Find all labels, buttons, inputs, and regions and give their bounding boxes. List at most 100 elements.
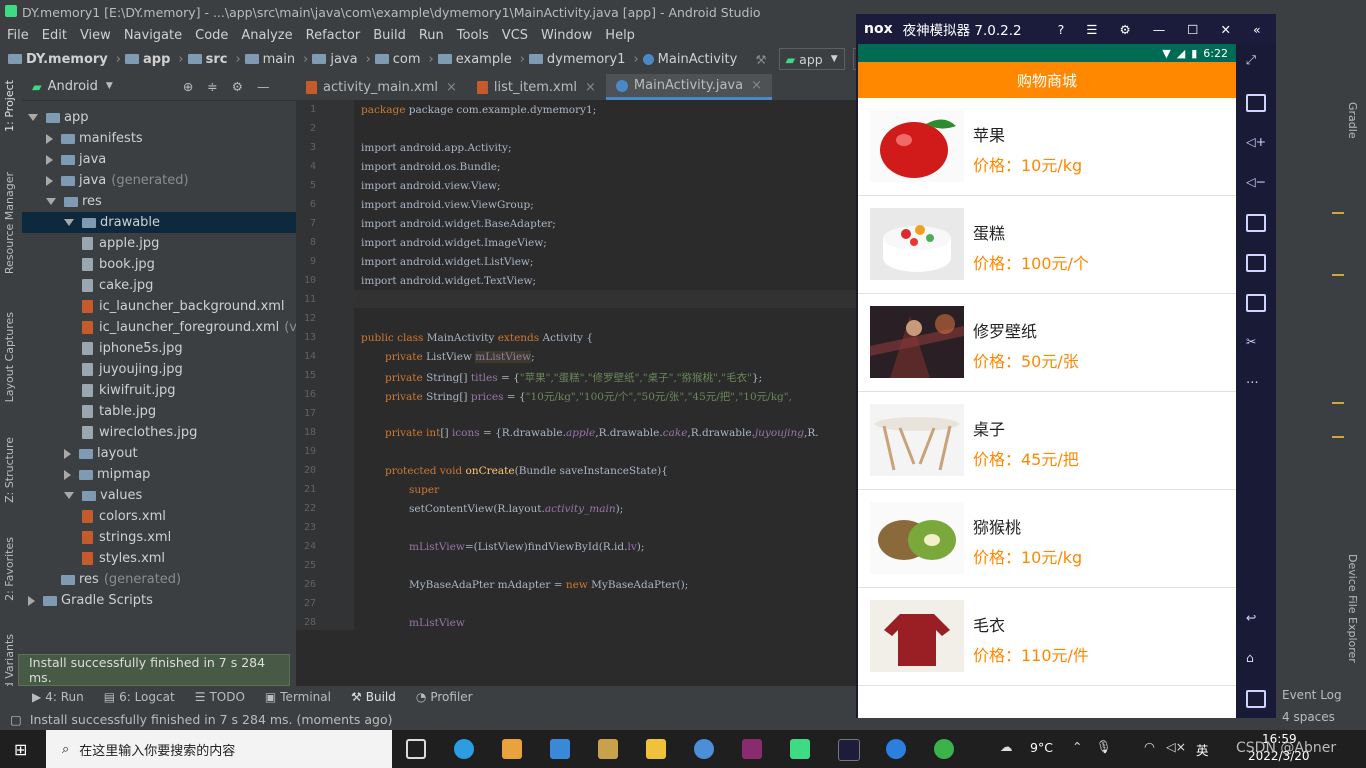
chevron-down-icon[interactable] [64,492,74,499]
store-icon[interactable] [502,739,522,759]
nox-taskbar-icon[interactable] [838,739,860,761]
tree-item[interactable]: book.jpg [22,254,155,275]
chevron-right-icon[interactable] [28,595,35,606]
volume-up-icon[interactable]: ◁+ [1246,134,1266,152]
hammer-icon[interactable]: ⚒ [755,52,766,67]
collapse-sidebar-icon[interactable]: « [1253,22,1261,37]
list-item[interactable]: 蛋糕 价格：100元/个 [858,196,1236,294]
breadcrumb-item[interactable]: › dymemory1 [516,52,626,67]
chevron-down-icon[interactable] [46,198,56,205]
tab-project[interactable]: 1: Project [3,80,16,132]
volume-down-icon[interactable]: ◁− [1246,174,1266,192]
tray-chevron-icon[interactable]: ⌃ [1072,739,1082,754]
tree-item[interactable]: java [22,149,106,170]
chevron-down-icon[interactable] [64,219,74,226]
tab-terminal[interactable]: ▣ Terminal [265,690,331,704]
tree-item[interactable]: wireclothes.jpg [22,422,197,443]
tab-profiler[interactable]: ◔ Profiler [416,690,473,704]
apk-install-icon[interactable] [1246,254,1266,272]
tab-run[interactable]: ▶ 4: Run [32,690,84,704]
android-studio-taskbar-icon[interactable] [790,739,810,759]
tree-item[interactable]: iphone5s.jpg [22,338,183,359]
tree-item[interactable]: java (generated) [22,170,189,191]
tab-gradle[interactable]: Gradle [1346,102,1359,139]
tree-item[interactable]: apple.jpg [22,233,159,254]
tree-item[interactable]: cake.jpg [22,275,153,296]
menu-help[interactable]: Help [605,28,635,43]
menu-tools[interactable]: Tools [457,28,489,43]
tree-item[interactable]: table.jpg [22,401,156,422]
photos-icon[interactable] [598,739,618,759]
tree-item[interactable]: styles.xml [22,548,165,569]
back-icon[interactable]: ↩ [1246,610,1266,628]
scissors-icon[interactable]: ✂ [1246,334,1266,352]
chevron-right-icon[interactable] [46,133,53,144]
tree-item[interactable]: values [22,485,142,506]
menu-view[interactable]: View [80,28,111,43]
menu-vcs[interactable]: VCS [502,28,528,43]
tab-device-file-explorer[interactable]: Device File Explorer [1346,554,1359,663]
menu-icon[interactable]: ☰ [1086,22,1097,37]
breadcrumb-item[interactable]: DY.memory [8,52,108,67]
chevron-right-icon[interactable] [64,469,71,480]
chevron-right-icon[interactable] [64,448,71,459]
tab-list-item-xml[interactable]: list_item.xml × [467,74,606,100]
close-icon[interactable]: × [446,80,457,95]
edge-icon[interactable] [454,739,474,759]
wechat-icon[interactable] [934,739,954,759]
chevron-down-icon[interactable]: ▼ [106,81,113,91]
file-explorer-icon[interactable] [646,739,666,759]
breadcrumb-item[interactable]: › com [362,52,421,67]
close-icon[interactable]: × [585,80,596,95]
task-view-icon[interactable] [406,739,426,759]
tree-item[interactable]: mipmap [22,464,150,485]
k-app-icon[interactable] [886,739,906,759]
tree-item[interactable]: manifests [22,128,143,149]
list-item[interactable]: 桌子 价格：45元/把 [858,392,1236,490]
project-view-select[interactable]: Android [48,79,98,94]
list-item[interactable]: 苹果 价格：10元/kg [858,98,1236,196]
tab-build[interactable]: ⚒ Build [351,690,396,704]
tree-item[interactable]: res (generated) [22,569,181,590]
tree-item[interactable]: colors.xml [22,506,166,527]
tab-main-activity-java[interactable]: MainActivity.java × [605,74,772,100]
gear-icon[interactable]: ⚙ [232,79,243,94]
run-config-select[interactable]: ▰ app ▼ [778,48,845,70]
chevron-down-icon[interactable] [28,114,38,121]
breadcrumb-item[interactable]: › example [425,52,512,67]
tree-item[interactable]: strings.xml [22,527,171,548]
locate-icon[interactable]: ⊕ [183,79,193,94]
tree-item[interactable]: kiwifruit.jpg [22,380,176,401]
tree-item[interactable]: ic_launcher_foreground.xml(v24) [22,317,319,338]
tab-resource-manager[interactable]: Resource Manager [3,172,16,274]
tab-favorites[interactable]: 2: Favorites [3,537,16,601]
network-icon[interactable]: ◠ [1144,739,1155,754]
list-item[interactable]: 猕猴桃 价格：10元/kg [858,490,1236,588]
menu-refactor[interactable]: Refactor [306,28,361,43]
help-icon[interactable]: ? [1058,22,1065,37]
minimize-icon[interactable]: — [1153,22,1166,37]
tab-event-log[interactable]: Event Log [1282,688,1342,702]
minimize-icon[interactable]: — [257,79,270,94]
list-item[interactable]: 毛衣 价格：110元/件 [858,588,1236,686]
multi-window-icon[interactable] [1246,294,1266,312]
tree-item[interactable]: juyoujing.jpg [22,359,183,380]
settings-icon[interactable] [694,739,714,759]
keyboard-icon[interactable] [1246,94,1266,112]
fullscreen-icon[interactable]: ⤢ [1246,52,1266,70]
tree-item[interactable]: ic_launcher_background.xml [22,296,285,317]
mail-icon[interactable] [550,739,570,759]
menu-edit[interactable]: Edit [42,28,67,43]
weather-text[interactable]: 9°C [1030,740,1053,755]
windows-start-icon[interactable]: ⊞ [14,740,27,759]
tree-item[interactable]: Gradle Scripts [22,590,153,611]
tree-item[interactable]: res [22,191,102,212]
product-list[interactable]: 苹果 价格：10元/kg 蛋糕 价格：100元/个 修罗壁纸 价格：50元/张 桌子 价格：4… [858,98,1236,686]
tree-item[interactable]: app [22,107,88,128]
maximize-icon[interactable]: ☐ [1187,22,1198,37]
tab-logcat[interactable]: ▤ 6: Logcat [104,690,175,704]
breadcrumb-item[interactable]: › main [231,52,295,67]
breadcrumb-item[interactable]: › java [299,52,357,67]
list-item[interactable]: 修罗壁纸 价格：50元/张 [858,294,1236,392]
recent-apps-icon[interactable] [1246,690,1266,708]
